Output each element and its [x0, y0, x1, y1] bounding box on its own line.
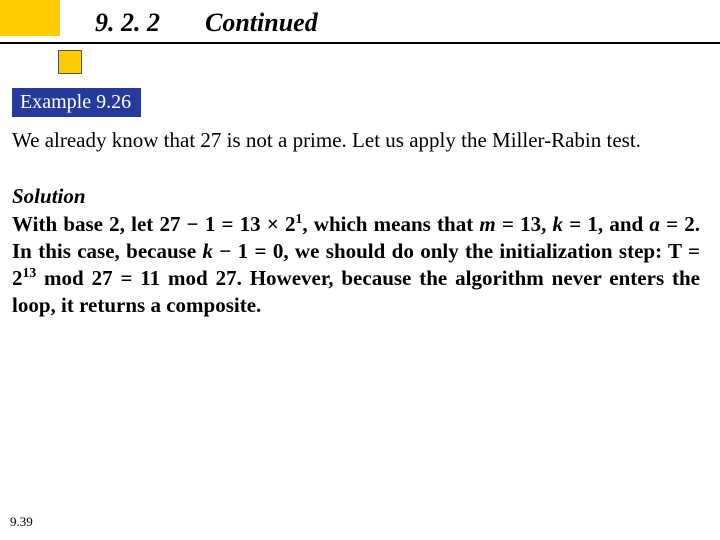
sol-eqm: = 13,: [496, 212, 553, 236]
problem-statement: We already know that 27 is not a prime. …: [12, 127, 700, 153]
header-rule: [0, 42, 720, 44]
page-number: 9.39: [10, 514, 33, 530]
decor-small-square: [58, 50, 82, 74]
slide-header: 9. 2. 2 Continued: [0, 0, 720, 70]
continued-label: Continued: [205, 8, 318, 38]
var-a: a: [649, 212, 660, 236]
sol-part1b: , which means that: [302, 212, 479, 236]
var-k2: k: [203, 239, 214, 263]
decor-yellow-block: [0, 0, 60, 36]
solution-heading: Solution: [12, 184, 86, 208]
sol-exp2: 13: [23, 265, 37, 280]
sol-eqk: = 1, and: [563, 212, 649, 236]
sol-l3: mod 27 = 11 mod 27. However, because the…: [12, 266, 700, 317]
solution-text: Solution With base 2, let 27 − 1 = 13 × …: [12, 183, 700, 319]
var-k: k: [553, 212, 564, 236]
section-number: 9. 2. 2: [95, 8, 160, 38]
sol-part1a: With base 2, let 27 − 1 = 13 × 2: [12, 212, 296, 236]
example-badge: Example 9.26: [12, 88, 141, 117]
var-m: m: [479, 212, 495, 236]
